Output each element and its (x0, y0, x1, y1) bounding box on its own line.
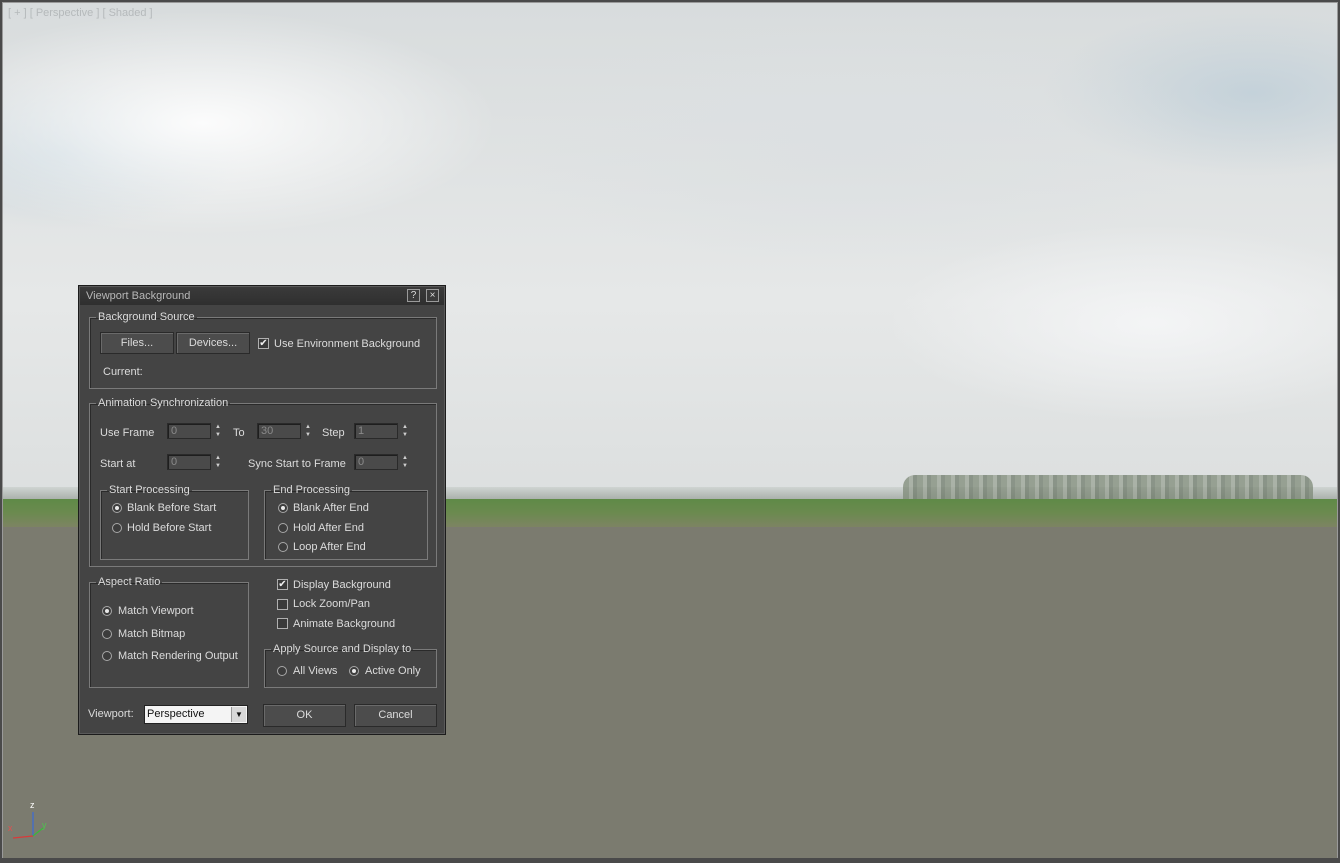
match-viewport-label: Match Viewport (118, 605, 194, 617)
loop-after-end-label: Loop After End (293, 541, 366, 553)
start-at-label: Start at (100, 458, 136, 470)
start-at-spinner[interactable]: 0 ▲ ▼ (167, 454, 225, 470)
use-frame-spinner[interactable]: 0 ▲ ▼ (167, 423, 225, 439)
chevron-down-icon[interactable]: ▼ (231, 707, 246, 722)
use-frame-field[interactable]: 0 (167, 423, 211, 439)
animate-background-checkbox[interactable] (277, 618, 288, 629)
close-icon[interactable]: × (426, 289, 439, 302)
loop-after-end-radio[interactable] (278, 542, 288, 552)
to-field[interactable]: 30 (257, 423, 301, 439)
apply-to-legend: Apply Source and Display to (273, 643, 412, 655)
sync-start-field[interactable]: 0 (354, 454, 398, 470)
viewport-label[interactable]: [ + ] [ Perspective ] [ Shaded ] (8, 7, 153, 19)
axis-tripod-icon: z x y (7, 798, 57, 843)
all-views-radio[interactable] (277, 666, 287, 676)
start-processing-legend: Start Processing (109, 484, 190, 496)
step-spinner[interactable]: 1 ▲ ▼ (354, 423, 412, 439)
hold-before-start-radio[interactable] (112, 523, 122, 533)
match-viewport-radio[interactable] (102, 606, 112, 616)
match-bitmap-radio[interactable] (102, 629, 112, 639)
spinner-arrows-icon[interactable]: ▲ ▼ (213, 423, 223, 439)
hold-after-end-radio[interactable] (278, 523, 288, 533)
all-views-label: All Views (293, 665, 338, 677)
aspect-ratio-legend: Aspect Ratio (98, 576, 161, 588)
blank-before-start-radio[interactable] (112, 503, 122, 513)
hold-after-end-label: Hold After End (293, 522, 364, 534)
active-only-radio[interactable] (349, 666, 359, 676)
ok-button[interactable]: OK (263, 704, 346, 727)
current-label: Current: (103, 366, 143, 378)
dialog-title: Viewport Background (86, 290, 191, 302)
lock-zoom-pan-label: Lock Zoom/Pan (293, 598, 371, 610)
cancel-button[interactable]: Cancel (354, 704, 437, 727)
spinner-arrows-icon[interactable]: ▲ ▼ (400, 454, 410, 470)
match-rendering-output-label: Match Rendering Output (118, 650, 238, 662)
display-background-checkbox[interactable]: ✔ (277, 579, 288, 590)
spinner-arrows-icon[interactable]: ▲ ▼ (213, 454, 223, 470)
axis-z-label: z (30, 800, 35, 810)
viewport-label: Viewport: (88, 708, 134, 720)
step-field[interactable]: 1 (354, 423, 398, 439)
files-button[interactable]: Files... (100, 332, 174, 354)
background-source-legend: Background Source (98, 311, 195, 323)
start-at-field[interactable]: 0 (167, 454, 211, 470)
dialog-titlebar[interactable]: Viewport Background ? × (80, 287, 444, 305)
lock-zoom-pan-checkbox[interactable] (277, 599, 288, 610)
sync-start-spinner[interactable]: 0 ▲ ▼ (354, 454, 412, 470)
viewport-background-dialog: Viewport Background ? × Background Sourc… (78, 285, 446, 735)
viewport-select[interactable]: Perspective ▼ (144, 705, 248, 724)
to-label: To (233, 427, 245, 439)
sync-start-label: Sync Start to Frame (248, 458, 346, 470)
blank-after-end-label: Blank After End (293, 502, 369, 514)
active-only-label: Active Only (365, 665, 421, 677)
tree-row (903, 475, 1313, 501)
blank-after-end-radio[interactable] (278, 503, 288, 513)
spinner-arrows-icon[interactable]: ▲ ▼ (303, 423, 313, 439)
use-env-background-label: Use Environment Background (274, 338, 421, 350)
spinner-arrows-icon[interactable]: ▲ ▼ (400, 423, 410, 439)
hold-before-start-label: Hold Before Start (127, 522, 212, 534)
use-env-background-checkbox[interactable]: ✔ (258, 338, 269, 349)
viewport-select-value: Perspective (147, 708, 205, 720)
match-bitmap-label: Match Bitmap (118, 628, 186, 640)
use-frame-label: Use Frame (100, 427, 155, 439)
match-rendering-output-radio[interactable] (102, 651, 112, 661)
end-processing-legend: End Processing (273, 484, 351, 496)
display-background-label: Display Background (293, 579, 391, 591)
axis-x-label: x (8, 823, 13, 833)
to-spinner[interactable]: 30 ▲ ▼ (257, 423, 315, 439)
help-icon[interactable]: ? (407, 289, 420, 302)
step-label: Step (322, 427, 345, 439)
blank-before-start-label: Blank Before Start (127, 502, 217, 514)
devices-button[interactable]: Devices... (176, 332, 250, 354)
status-strip (0, 858, 1340, 863)
axis-y-label: y (42, 820, 47, 830)
animate-background-label: Animate Background (293, 618, 396, 630)
animation-sync-legend: Animation Synchronization (98, 397, 229, 409)
